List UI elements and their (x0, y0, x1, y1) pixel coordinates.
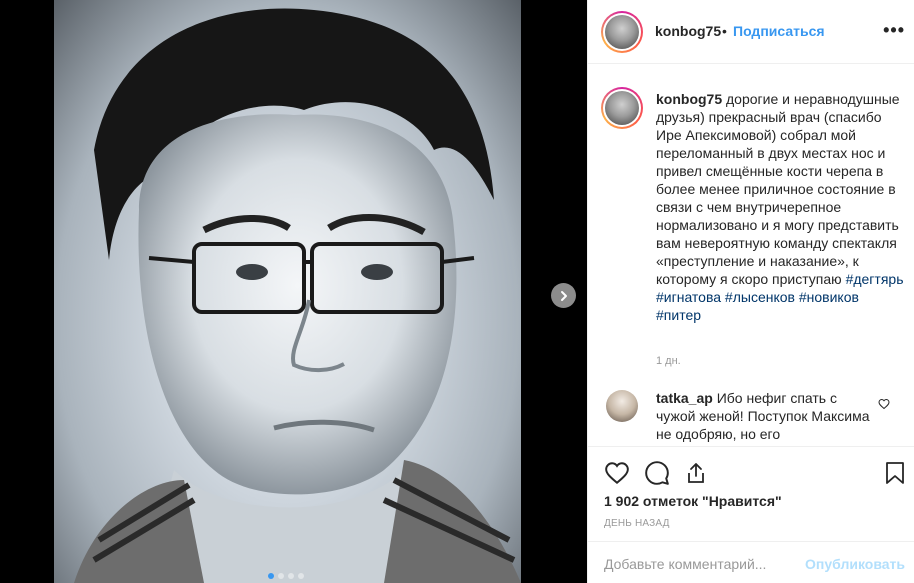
commenter-username[interactable]: tatka_ap (656, 390, 713, 406)
author-username[interactable]: konbog75 (655, 23, 721, 39)
caption-username[interactable]: konbog75 (656, 91, 722, 107)
post-photo[interactable] (54, 0, 521, 583)
caption-body: дорогие и неравнодушные друзья) прекрасн… (656, 91, 900, 287)
comment-input[interactable] (604, 554, 804, 574)
slide-dot-active (268, 573, 274, 579)
slide-dot (278, 573, 284, 579)
caption-text: konbog75 дорогие и неравнодушные друзья)… (656, 90, 906, 324)
next-slide-button[interactable] (551, 283, 576, 308)
chevron-right-icon (560, 290, 567, 301)
bookmark-icon[interactable] (884, 460, 906, 486)
portrait-illustration (74, 8, 521, 583)
more-options-icon[interactable]: ••• (883, 20, 905, 41)
share-icon[interactable] (684, 460, 708, 486)
slide-dot (298, 573, 304, 579)
commenter-avatar[interactable] (606, 390, 638, 422)
publish-button[interactable]: Опубликовать (805, 556, 905, 572)
post-media (0, 0, 587, 583)
follow-button[interactable]: Подписаться (733, 23, 825, 39)
comment-text: tatka_ap Ибо нефиг спать с чужой женой! … (656, 389, 871, 443)
caption-avatar[interactable] (601, 87, 643, 129)
hashtag-link[interactable]: #игнатова (656, 289, 721, 305)
comment-bubble-icon[interactable] (644, 460, 670, 486)
hashtag-link[interactable]: #дегтярь (846, 271, 904, 287)
instagram-post: konbog75 • Подписаться ••• konbog75 доро… (0, 0, 914, 583)
comment-like-icon[interactable] (878, 398, 890, 410)
hashtag-link[interactable]: #питер (656, 307, 701, 323)
comments-area[interactable]: konbog75 дорогие и неравнодушные друзья)… (588, 64, 914, 446)
author-avatar[interactable] (601, 11, 643, 53)
caption-timestamp[interactable]: 1 дн. (656, 355, 681, 367)
slide-dot (288, 573, 294, 579)
like-heart-icon[interactable] (604, 460, 630, 486)
post-date[interactable]: ДЕНЬ НАЗАД (604, 518, 670, 529)
post-side-panel: konbog75 • Подписаться ••• konbog75 доро… (587, 0, 914, 583)
header-separator: • (722, 23, 727, 39)
post-header: konbog75 • Подписаться ••• (588, 0, 914, 64)
slide-indicator (268, 573, 304, 579)
hashtag-link[interactable]: #новиков (799, 289, 859, 305)
likes-count[interactable]: 1 902 отметок "Нравится" (604, 493, 782, 509)
hashtag-link[interactable]: #лысенков (725, 289, 795, 305)
add-comment-bar: Опубликовать (588, 541, 914, 583)
